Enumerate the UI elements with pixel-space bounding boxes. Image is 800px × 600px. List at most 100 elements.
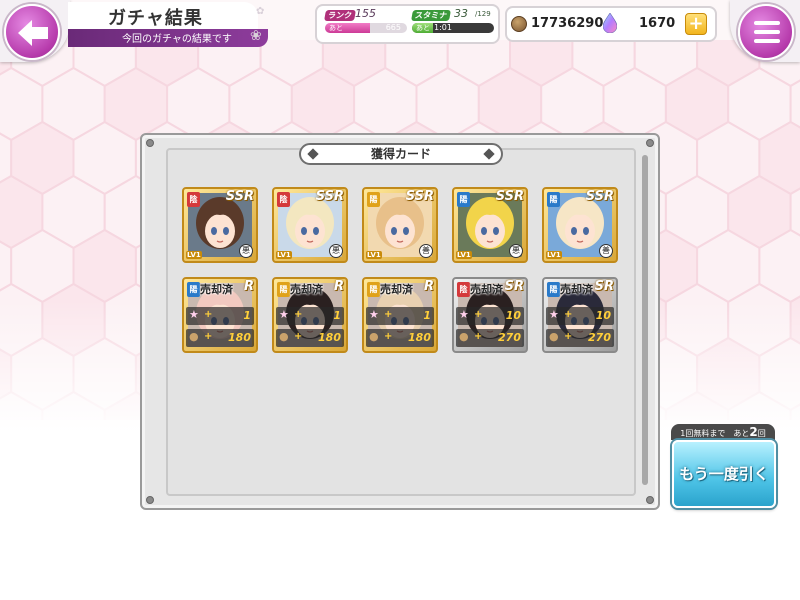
sale-rewards: ★ + 10 ● + 270 <box>456 301 524 349</box>
coin-count: 17736290 <box>531 16 604 31</box>
screw-icon <box>146 496 154 504</box>
sale-rewards: ★ + 10 ● + 270 <box>546 301 614 349</box>
coin-reward: 180 <box>408 331 431 344</box>
attribute-icon: 陽 <box>547 192 560 207</box>
coin-reward: 270 <box>588 331 611 344</box>
sold-label: 売却済 <box>560 283 593 296</box>
star-reward: 1 <box>333 309 341 322</box>
level-tag: LV1 <box>366 251 382 259</box>
rank-progress-bar: あと 665 <box>325 23 407 33</box>
attribute-icon: 陽 <box>367 282 380 297</box>
level-tag: LV1 <box>456 251 472 259</box>
back-arrow-icon <box>4 4 60 60</box>
rarity-label: SSR <box>225 189 254 204</box>
coin-icon: ● <box>369 330 379 343</box>
rank-remaining: 665 <box>385 23 401 32</box>
free-draw-remaining: 1回無料まで あと2回 <box>671 424 775 440</box>
attribute-icon: 陽 <box>367 192 380 207</box>
alignment-badge: 悪 <box>329 244 343 258</box>
stamina-max: /129 <box>475 10 491 18</box>
level-tag: LV1 <box>186 251 202 259</box>
coin-reward: 180 <box>318 331 341 344</box>
level-tag: LV1 <box>546 251 562 259</box>
flower-decoration-icon: ❀ <box>250 28 262 44</box>
coin-icon <box>511 16 527 32</box>
attribute-icon: 陽 <box>187 282 200 297</box>
star-icon: ★ <box>279 308 289 321</box>
gem-icon <box>603 13 617 33</box>
currency-panel: 17736290 1670 + <box>505 6 717 42</box>
star-reward: 10 <box>595 309 611 322</box>
rarity-label: SSR <box>495 189 524 204</box>
stamina-recover-time: 1:01 <box>434 23 452 32</box>
sold-card[interactable]: R 陽 売却済 ★ + 1 ● + 180 <box>272 277 348 353</box>
scrollbar[interactable] <box>642 155 648 485</box>
sold-card[interactable]: R 陽 売却済 ★ + 1 ● + 180 <box>362 277 438 353</box>
star-icon: ★ <box>369 308 379 321</box>
attribute-icon: 陰 <box>277 192 290 207</box>
gacha-card[interactable]: SSR 陰 LV1 悪 <box>182 187 258 263</box>
attribute-icon: 陽 <box>457 192 470 207</box>
coin-reward: 180 <box>228 331 251 344</box>
alignment-badge: 悪 <box>509 244 523 258</box>
rarity-label: SR <box>594 279 614 294</box>
rarity-label: R <box>243 279 254 294</box>
page-subtitle: 今回のガチャの結果です <box>122 34 232 45</box>
star-reward: 10 <box>505 309 521 322</box>
flower-decoration-icon: ✿ <box>256 6 265 17</box>
alignment-badge: 悪 <box>239 244 253 258</box>
star-reward: 1 <box>243 309 251 322</box>
rarity-label: SSR <box>315 189 344 204</box>
rarity-label: R <box>333 279 344 294</box>
rank-label: ランク <box>324 10 356 21</box>
attribute-icon: 陽 <box>547 282 560 297</box>
alignment-badge: 善 <box>599 244 613 258</box>
screw-icon <box>646 139 654 147</box>
sale-rewards: ★ + 1 ● + 180 <box>366 301 434 349</box>
sold-card[interactable]: R 陽 売却済 ★ + 1 ● + 180 <box>182 277 258 353</box>
stamina-label: スタミナ <box>411 10 451 21</box>
coin-icon: ● <box>549 330 559 343</box>
stamina-value: 33 <box>454 7 468 20</box>
alignment-badge: 善 <box>419 244 433 258</box>
coin-icon: ● <box>189 330 199 343</box>
player-status: ランク 155 あと 665 スタミナ 33 /129 あと 1:01 <box>315 4 500 44</box>
rarity-label: SR <box>504 279 524 294</box>
attribute-icon: 陰 <box>457 282 470 297</box>
obtained-cards-header: 獲得カード <box>299 143 503 165</box>
sold-card[interactable]: SR 陰 売却済 ★ + 10 ● + 270 <box>452 277 528 353</box>
obtained-cards-title: 獲得カード <box>370 147 431 161</box>
star-icon: ★ <box>459 308 469 321</box>
gem-count: 1670 <box>639 16 676 31</box>
gacha-card[interactable]: SSR 陰 LV1 悪 <box>272 187 348 263</box>
screw-icon <box>146 139 154 147</box>
gacha-card[interactable]: SSR 陽 LV1 善 <box>542 187 618 263</box>
star-icon: ★ <box>549 308 559 321</box>
sold-label: 売却済 <box>470 283 503 296</box>
sold-label: 売却済 <box>290 283 323 296</box>
attribute-icon: 陽 <box>277 282 290 297</box>
sale-rewards: ★ + 1 ● + 180 <box>186 301 254 349</box>
rarity-label: SSR <box>585 189 614 204</box>
coin-icon: ● <box>459 330 469 343</box>
buy-gems-button[interactable]: + <box>685 13 707 35</box>
sold-label: 売却済 <box>200 283 233 296</box>
sale-rewards: ★ + 1 ● + 180 <box>276 301 344 349</box>
gacha-card[interactable]: SSR 陽 LV1 悪 <box>452 187 528 263</box>
coin-reward: 270 <box>498 331 521 344</box>
sold-card[interactable]: SR 陽 売却済 ★ + 10 ● + 270 <box>542 277 618 353</box>
menu-icon <box>738 4 794 60</box>
free-draw-count: 2 <box>749 425 758 439</box>
screw-icon <box>646 496 654 504</box>
stamina-progress-bar: あと 1:01 <box>412 23 494 33</box>
title-plate: ガチャ結果 今回のガチャの結果です <box>68 2 268 48</box>
page-title: ガチャ結果 <box>108 8 203 29</box>
star-icon: ★ <box>189 308 199 321</box>
gacha-card[interactable]: SSR 陽 LV1 善 <box>362 187 438 263</box>
coin-icon: ● <box>279 330 289 343</box>
rarity-label: R <box>423 279 434 294</box>
rarity-label: SSR <box>405 189 434 204</box>
draw-again-button[interactable]: もう一度引く <box>672 440 776 508</box>
rank-value: 155 <box>355 7 376 20</box>
attribute-icon: 陰 <box>187 192 200 207</box>
